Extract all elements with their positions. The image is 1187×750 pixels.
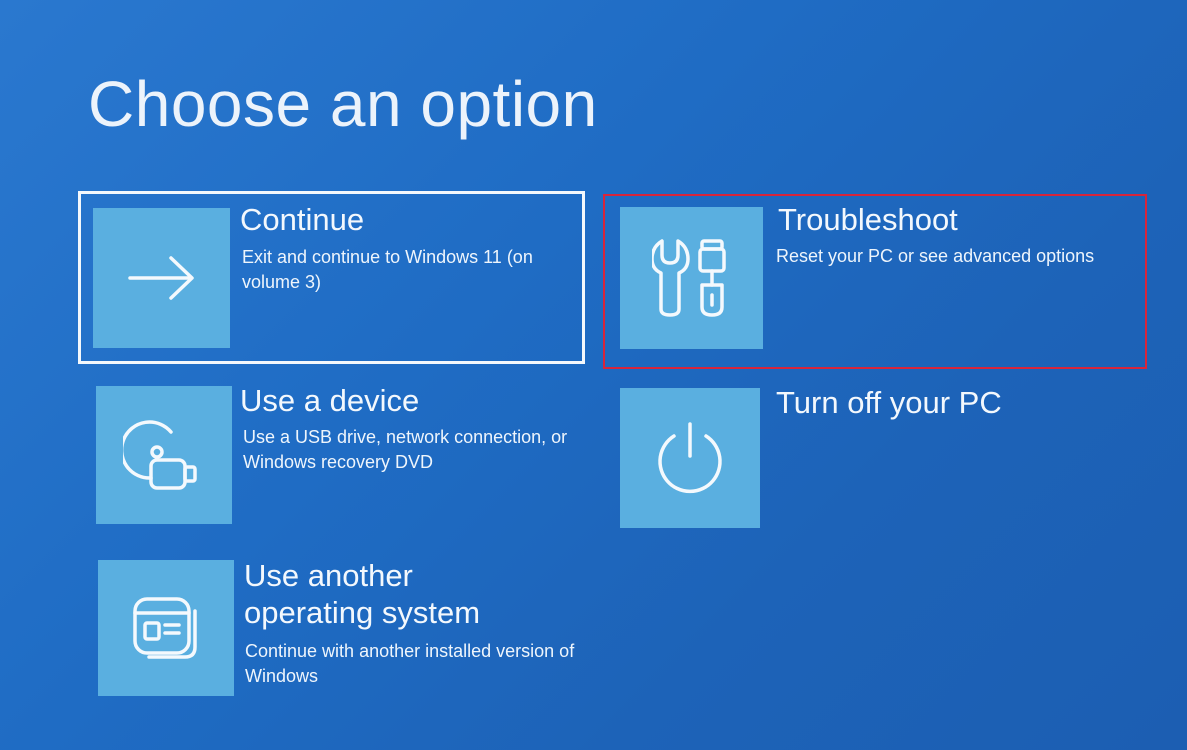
power-icon [658,422,722,494]
continue-title: Continue [240,202,365,237]
use-another-os-description: Continue with another installed version … [245,641,575,687]
continue-description: Exit and continue to Windows 11 (on volu… [242,247,533,293]
use-another-os-option[interactable]: Use another operating system Continue wi… [92,555,587,700]
use-a-device-option[interactable]: Use a device Use a USB drive, network co… [90,380,585,530]
troubleshoot-tile [620,207,763,349]
troubleshoot-option[interactable]: Troubleshoot Reset your PC or see advanc… [606,197,1144,366]
turn-off-title: Turn off your PC [776,385,1002,420]
continue-option[interactable]: Continue Exit and continue to Windows 11… [82,195,581,360]
arrow-right-icon [127,256,194,300]
use-a-device-description: Use a USB drive, network connection, or … [243,427,568,473]
page-title: Choose an option [88,68,598,140]
use-a-device-tile [96,386,232,524]
turn-off-tile [620,388,760,528]
disc-usb-icon [123,420,197,490]
troubleshoot-title: Troubleshoot [778,202,958,237]
use-another-os-tile [98,560,234,696]
troubleshoot-description: Reset your PC or see advanced options [776,246,1095,266]
tools-icon [651,239,726,317]
os-window-icon [133,597,197,659]
use-another-os-title: Use another operating system [244,558,481,631]
use-a-device-title: Use a device [240,383,420,418]
continue-tile [93,208,230,348]
turn-off-option[interactable]: Turn off your PC [612,382,1144,532]
